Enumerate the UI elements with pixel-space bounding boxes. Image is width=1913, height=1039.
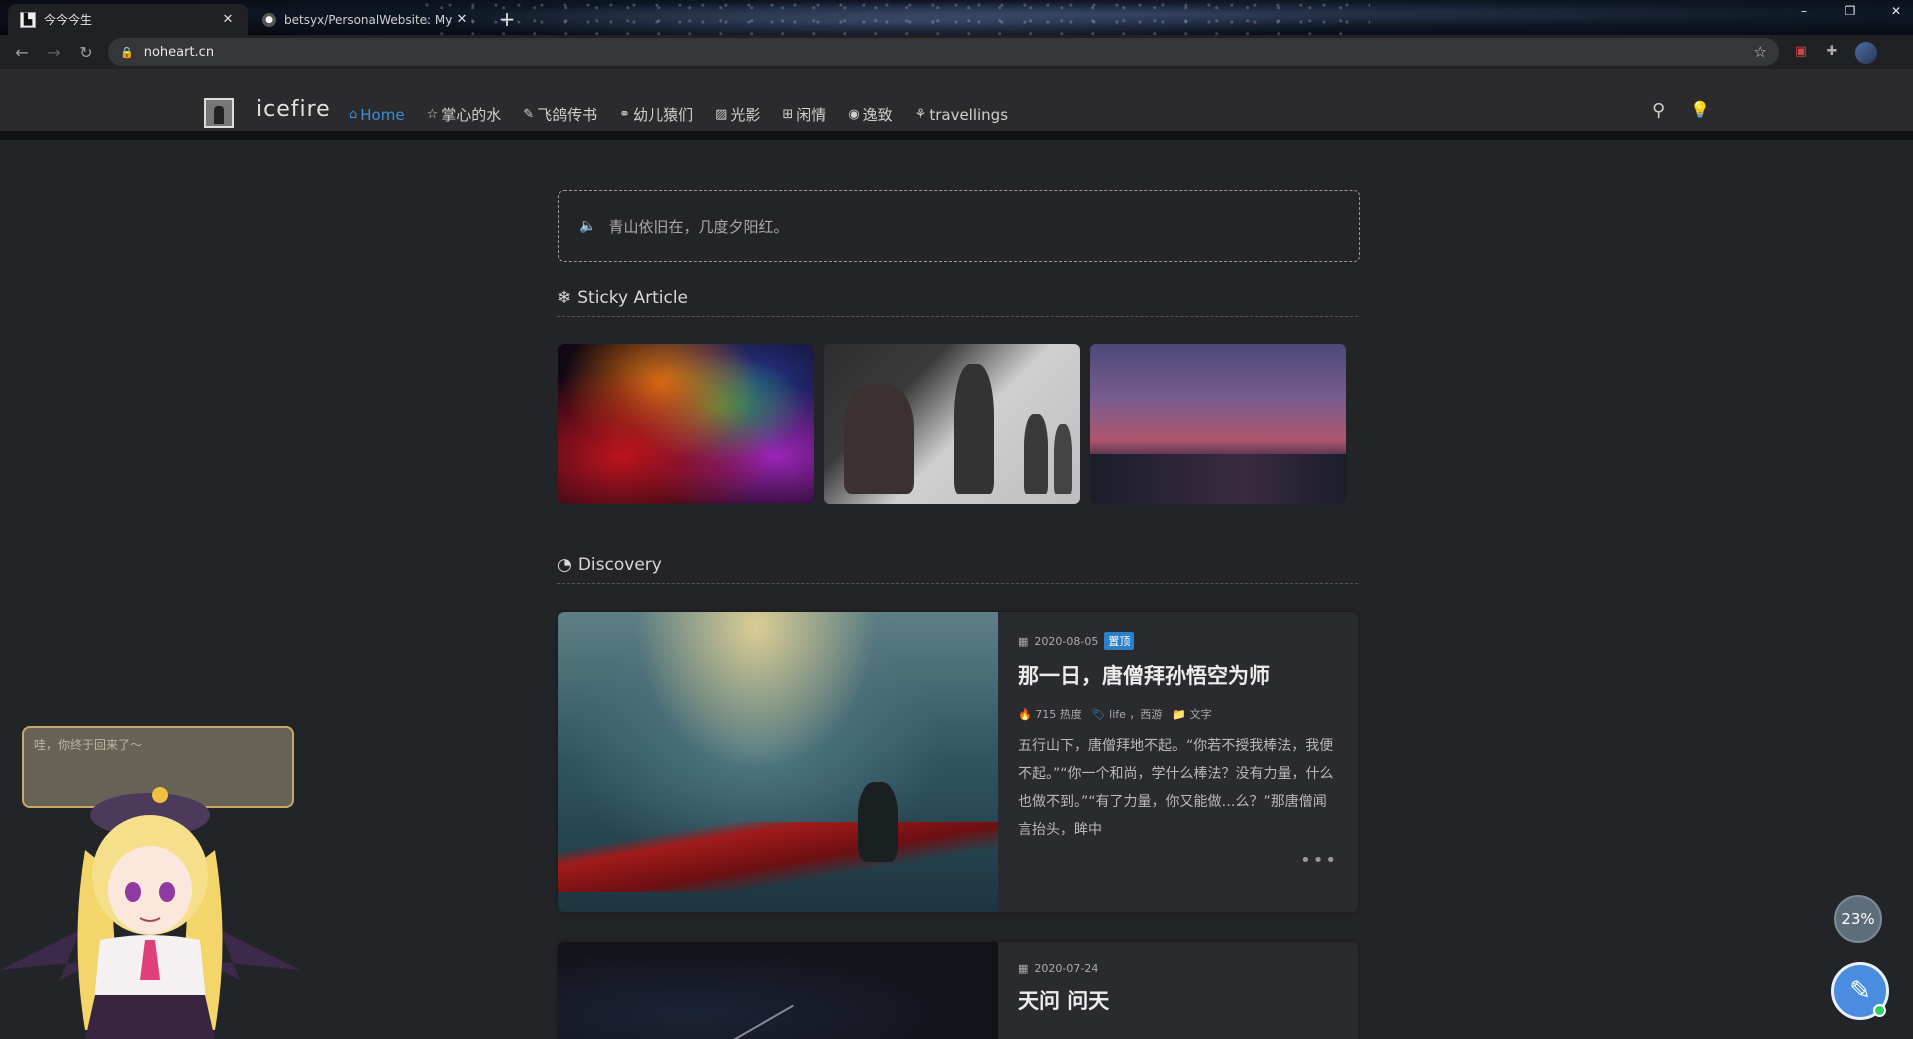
tag-icon: 🏷 — [1091, 708, 1106, 721]
minimize-button[interactable]: – — [1789, 4, 1819, 18]
online-status-dot — [1873, 1004, 1886, 1017]
calendar-icon: ▦ — [1018, 962, 1029, 975]
article-date-row: ▦ 2020-07-24 — [1018, 962, 1338, 975]
nav-travellings[interactable]: ⚘ travellings — [915, 104, 1008, 125]
notice-bar: 🔈 青山依旧在，几度夕阳红。 — [558, 190, 1360, 262]
sticky-card-sunset[interactable] — [1090, 344, 1346, 504]
site-favicon-icon: ▙ — [20, 11, 36, 28]
more-icon[interactable]: ••• — [1300, 850, 1338, 871]
article-excerpt: 五行山下，唐僧拜地不起。“你若不授我棒法，我便不起。”“你一个和尚，学什么棒法？… — [1018, 738, 1334, 838]
nav-zhangxin[interactable]: ☆ 掌心的水 — [427, 104, 502, 125]
speaker-icon: 🔈 — [579, 218, 597, 234]
calendar-icon: ▦ — [1018, 634, 1029, 648]
article-body: ▦ 2020-07-24 天问 问天 — [1018, 962, 1338, 1015]
article-thumbnail[interactable] — [558, 612, 998, 912]
restore-button[interactable]: ❐ — [1835, 4, 1865, 18]
close-tab-icon[interactable]: ✕ — [220, 12, 236, 27]
site-name[interactable]: icefire — [256, 97, 331, 122]
article-views: 715 热度 — [1035, 708, 1082, 721]
folder-icon: 📁 — [1172, 708, 1187, 721]
address-bar[interactable]: 🔒 noheart.cn ☆ — [108, 38, 1779, 66]
discovery-section-title: ◔ Discovery — [557, 555, 1358, 584]
nav-feige[interactable]: ✎ 飞鸽传书 — [523, 104, 597, 125]
plus-square-icon: ⊞ — [782, 107, 794, 122]
edit-button[interactable]: ✎ — [1831, 962, 1889, 1020]
article-body: ▦ 2020-08-05 置顶 那一日，唐僧拜孙悟空为师 🔥 715 热度 🏷 … — [1018, 632, 1338, 844]
extension-icon[interactable]: ▣ — [1792, 44, 1810, 62]
nav-youer[interactable]: ⚭ 幼儿猿们 — [619, 104, 693, 125]
new-tab-button[interactable]: + — [494, 6, 520, 32]
link-icon: ⚭ — [619, 107, 631, 122]
notice-text: 青山依旧在，几度夕阳红。 — [608, 217, 789, 236]
site-header: icefire ⌂ Home ☆ 掌心的水 ✎ 飞鸽传书 ⚭ 幼儿猿们 ▨ 光影 ⊞ 闲情 … — [0, 69, 1913, 137]
star-icon: ☆ — [426, 107, 439, 122]
nav-guangying[interactable]: ▨ 光影 — [715, 104, 760, 125]
sticky-card-nebula[interactable] — [558, 344, 814, 504]
forward-icon[interactable]: → — [44, 43, 64, 62]
pinned-badge: 置顶 — [1104, 632, 1135, 650]
bookmark-star-icon[interactable]: ☆ — [1754, 43, 1767, 61]
site-logo[interactable] — [204, 98, 234, 128]
article-title[interactable]: 那一日，唐僧拜孙悟空为师 — [1018, 660, 1338, 690]
tab-github[interactable]: ● betsyx/PersonalWebsite: My pers ✕ — [250, 4, 482, 35]
article-card[interactable]: ▦ 2020-07-24 天问 问天 — [558, 942, 1358, 1039]
article-tags[interactable]: life ，西游 — [1109, 708, 1162, 721]
edit-icon: ✎ — [1849, 976, 1871, 1006]
article-category[interactable]: 文字 — [1190, 708, 1212, 721]
article-meta: 🔥 715 热度 🏷 life ，西游 📁 文字 — [1018, 706, 1338, 722]
pie-chart-icon: ◔ — [557, 555, 572, 575]
puzzle-icon[interactable]: ✚ — [1823, 44, 1841, 62]
github-icon: ● — [262, 12, 276, 27]
lightbulb-icon[interactable]: 💡 — [1690, 100, 1710, 119]
header-divider — [0, 131, 1913, 140]
fire-icon: 🔥 — [1018, 708, 1032, 721]
image-icon: ▨ — [715, 107, 728, 122]
search-icon[interactable]: ⚲ — [1652, 100, 1665, 121]
back-icon[interactable]: ← — [12, 43, 32, 62]
article-date: 2020-07-24 — [1034, 962, 1099, 975]
compass-icon: ◉ — [848, 107, 860, 122]
edit-icon: ✎ — [523, 107, 535, 122]
nav-xianqing[interactable]: ⊞ 闲情 — [782, 104, 826, 125]
sticky-articles — [558, 344, 1346, 504]
snowflake-icon: ❄ — [557, 288, 572, 308]
tab-title: betsyx/PersonalWebsite: My pers — [284, 12, 454, 27]
mascot-character[interactable] — [0, 780, 300, 1039]
close-tab-icon[interactable]: ✕ — [454, 12, 470, 27]
url-text: noheart.cn — [143, 44, 215, 60]
profile-avatar[interactable] — [1855, 42, 1877, 64]
browser-tab-strip: ▙ 今今今生 ✕ ● betsyx/PersonalWebsite: My pe… — [0, 0, 1913, 35]
article-card[interactable]: ▦ 2020-08-05 置顶 那一日，唐僧拜孙悟空为师 🔥 715 热度 🏷 … — [558, 612, 1358, 912]
sticky-card-wukong[interactable] — [824, 344, 1080, 504]
tab-noheart[interactable]: ▙ 今今今生 ✕ — [8, 4, 248, 35]
tab-title: 今今今生 — [44, 13, 93, 27]
browser-toolbar: ← → ↻ 🔒 noheart.cn ☆ ▣ ✚ — [0, 35, 1913, 69]
home-icon: ⌂ — [349, 107, 358, 122]
article-date: 2020-08-05 — [1034, 634, 1099, 648]
train-icon: ⚘ — [914, 107, 927, 122]
lock-icon: 🔒 — [120, 45, 134, 59]
article-date-row: ▦ 2020-08-05 置顶 — [1018, 632, 1338, 650]
reload-icon[interactable]: ↻ — [76, 43, 96, 62]
nav-home[interactable]: ⌂ Home — [349, 104, 405, 125]
article-title[interactable]: 天问 问天 — [1018, 985, 1338, 1015]
article-thumbnail[interactable] — [558, 942, 998, 1039]
scroll-progress[interactable]: 23% — [1834, 895, 1882, 943]
main-nav: ⌂ Home ☆ 掌心的水 ✎ 飞鸽传书 ⚭ 幼儿猿们 ▨ 光影 ⊞ 闲情 ◉ 逸致 ⚘ tra… — [349, 104, 1008, 125]
nav-yizhi[interactable]: ◉ 逸致 — [848, 104, 892, 125]
mascot-tip-text: 哇，你终于回来了～ — [34, 738, 143, 752]
sticky-section-title: ❄ Sticky Article — [557, 288, 1358, 317]
close-window-button[interactable]: ✕ — [1881, 4, 1911, 18]
